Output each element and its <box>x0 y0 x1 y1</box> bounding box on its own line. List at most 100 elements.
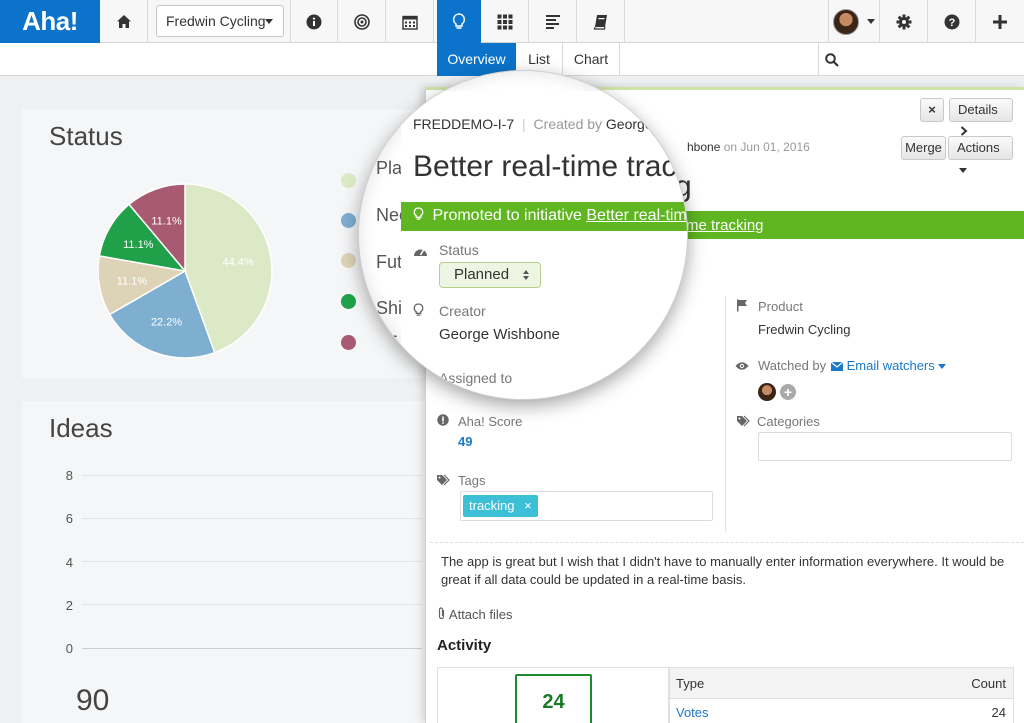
gridline <box>82 518 422 519</box>
add-watcher-icon[interactable]: + <box>780 384 796 400</box>
pie-slice-label: 44.4% <box>223 257 254 269</box>
attach-files-label: Attach files <box>448 607 513 622</box>
remove-tag-icon[interactable]: × <box>524 498 532 513</box>
tags-icon <box>736 415 751 430</box>
y-tick: 8 <box>65 468 73 483</box>
features-button[interactable] <box>481 0 529 43</box>
pie-slice-label: 11.1% <box>117 275 148 287</box>
score-value[interactable]: 49 <box>458 434 472 449</box>
paperclip-icon <box>438 607 445 620</box>
home-button[interactable] <box>100 0 148 43</box>
roadmaps-button[interactable] <box>529 0 577 43</box>
watched-label: Watched by <box>758 358 827 373</box>
row-type[interactable]: Votes <box>676 705 709 720</box>
watcher-avatar[interactable] <box>758 383 776 401</box>
svg-text:?: ? <box>948 17 955 29</box>
tag-chip[interactable]: tracking × <box>463 495 538 517</box>
eye-icon <box>735 359 749 374</box>
magnified-content: Pla Nee Futu Shi 15 FREDDEMO-I-7 | Creat… <box>359 71 687 399</box>
promoted-label: Promoted to initiative <box>432 207 582 224</box>
activity-heading: Activity <box>437 637 492 654</box>
section-divider <box>430 542 1024 543</box>
pie-slice-label: 11.1% <box>123 239 154 251</box>
y-tick: 6 <box>65 511 73 526</box>
info-icon <box>306 14 322 29</box>
column-divider <box>725 296 726 532</box>
lightbulb-icon <box>413 303 424 322</box>
lightbulb-icon <box>413 207 424 220</box>
ideas-total: 90 <box>76 684 110 717</box>
workspace-select[interactable]: Fredwin Cycling <box>156 5 284 37</box>
creator-name-tail: hbone <box>687 140 721 154</box>
close-button[interactable]: × <box>920 98 944 122</box>
legend-label: 15 <box>374 331 399 356</box>
header-separator: | <box>522 116 526 132</box>
gear-icon <box>896 14 911 29</box>
created-by-label: Created by <box>533 116 603 132</box>
notebooks-button[interactable] <box>577 0 625 43</box>
creator-link[interactable]: George Wishbone <box>606 116 687 132</box>
created-date: on Jun 01, 2016 <box>723 140 810 154</box>
chevron-right-icon <box>960 126 968 136</box>
avatar <box>833 8 859 35</box>
merge-button[interactable]: Merge <box>901 136 946 160</box>
strategy-button[interactable] <box>338 0 386 43</box>
status-select[interactable]: Planned <box>439 262 541 288</box>
add-button[interactable] <box>976 0 1024 43</box>
gridline <box>82 604 422 605</box>
assigned-label: Assigned to <box>439 370 513 386</box>
promoted-link-tail[interactable]: me tracking <box>686 217 764 234</box>
activity-table: Type Count Votes 24 <box>669 667 1014 723</box>
ideas-button[interactable] <box>437 0 481 43</box>
email-watchers-link[interactable]: Email watchers <box>830 358 947 373</box>
product-value: Fredwin Cycling <box>758 322 851 337</box>
x-axis-line <box>82 648 422 649</box>
actions-label: Actions <box>957 140 1000 155</box>
envelope-icon <box>830 361 844 371</box>
search-input[interactable] <box>818 43 1024 76</box>
creator-value[interactable]: George Wishbone <box>439 326 560 343</box>
status-title: Status <box>49 121 123 151</box>
idea-description[interactable]: The app is great but I wish that I didn'… <box>441 553 1011 589</box>
y-tick: 2 <box>65 598 73 613</box>
dashboard-icon <box>413 244 428 262</box>
status-pie-chart: 44.4% 22.2% 11.1% 11.1% 11.1% <box>97 183 273 359</box>
legend-dot <box>341 335 356 350</box>
y-tick: 4 <box>65 555 73 570</box>
gridline <box>82 475 422 476</box>
releases-button[interactable] <box>386 0 434 43</box>
details-button[interactable]: Details <box>949 98 1013 136</box>
calendar-icon <box>401 15 418 30</box>
actions-button[interactable]: Actions <box>948 136 1013 174</box>
help-button[interactable]: ? <box>928 0 976 43</box>
tags-label: Tags <box>458 473 486 488</box>
score-label: Aha! Score <box>458 414 523 429</box>
categories-label: Categories <box>757 414 820 429</box>
activity-table-header: Type Count <box>670 668 1013 699</box>
ideas-title: Ideas <box>49 413 113 443</box>
attach-files-link[interactable]: Attach files <box>437 607 513 622</box>
profile-menu[interactable] <box>828 0 880 43</box>
idea-id: FREDDEMO-I-7 <box>413 116 515 132</box>
creator-label: Creator <box>439 303 486 319</box>
home-icon <box>116 15 131 28</box>
gridline <box>82 561 422 562</box>
idea-title[interactable]: Better real-time tracking <box>413 150 687 184</box>
plus-icon <box>993 14 1007 29</box>
vote-count: 24 <box>515 674 592 723</box>
promoted-link[interactable]: Better real-time tracking <box>586 207 687 224</box>
workspace-name: Fredwin Cycling <box>166 13 266 29</box>
created-info: hbone on Jun 01, 2016 <box>687 140 810 154</box>
info-button[interactable] <box>290 0 338 43</box>
chevron-down-icon <box>265 19 273 24</box>
status-label: Status <box>439 242 479 258</box>
legend-dot <box>341 213 356 228</box>
categories-field[interactable] <box>758 432 1012 461</box>
list-icon <box>545 14 560 29</box>
product-label: Product <box>758 299 803 314</box>
sort-icon <box>523 270 529 280</box>
chevron-down-icon <box>959 168 967 174</box>
settings-button[interactable] <box>880 0 928 43</box>
lightbulb-icon <box>452 13 466 29</box>
aha-logo[interactable]: Aha! <box>0 0 100 43</box>
